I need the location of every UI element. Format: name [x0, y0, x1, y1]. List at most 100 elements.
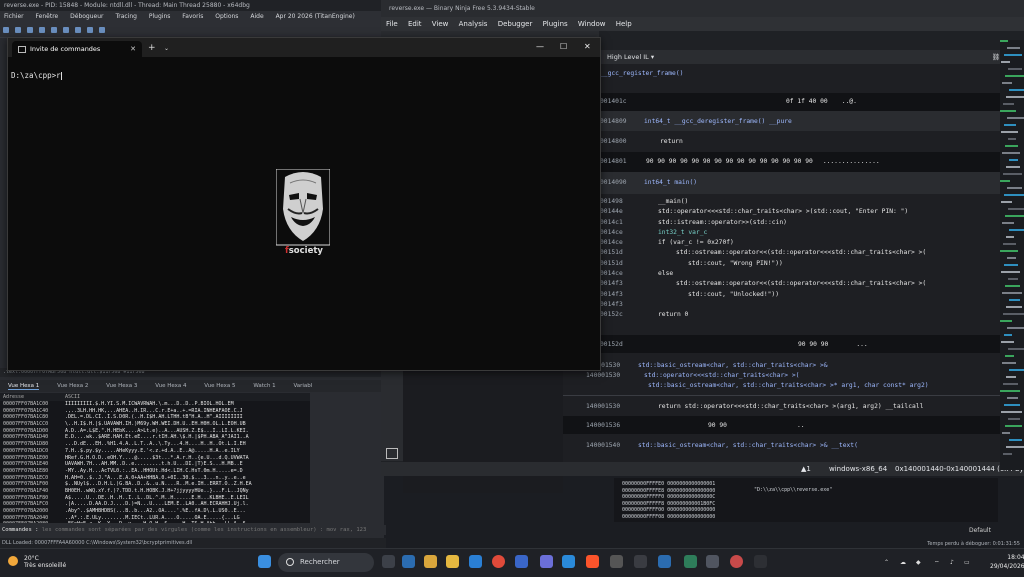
menu-file[interactable]: File: [386, 20, 398, 28]
cmd-tab[interactable]: Invite de commandes ✕: [12, 41, 142, 57]
default-dropdown[interactable]: Default: [969, 527, 991, 534]
tab-vue-hexa-1[interactable]: Vue Hexa 1: [8, 383, 40, 390]
tab-watch-1[interactable]: Watch 1: [253, 383, 275, 389]
app-icon-2[interactable]: [634, 555, 647, 568]
dump-row[interactable]: 00007FF07BA1FC0 .|A.....D.AA.D.J....D.)=N…: [0, 501, 310, 508]
brave-icon[interactable]: [586, 555, 599, 568]
volume-icon[interactable]: ♪: [950, 559, 954, 566]
tab-vue-hexa-5[interactable]: Vue Hexa 5: [204, 383, 235, 389]
terminal-icon[interactable]: [386, 448, 398, 459]
store-icon[interactable]: [515, 555, 528, 568]
edge-icon[interactable]: [469, 555, 482, 568]
close-tab-icon[interactable]: ✕: [130, 41, 136, 57]
dump-row[interactable]: 00007FF07BA1E80 -MY..Ay.H...AcTVL0.:..EA.…: [0, 468, 310, 475]
dump-row[interactable]: 00007FF07BA2080.ESoHeE.<..K..Y...D..y.,.…: [0, 521, 310, 523]
menu-analysis[interactable]: Analysis: [459, 20, 488, 28]
task-view-icon[interactable]: [382, 555, 395, 568]
pause-icon[interactable]: [51, 27, 57, 33]
network-icon[interactable]: ⌔: [934, 559, 940, 567]
dump-row[interactable]: 00007FF07BA2040 ..A*.:.E.ULy........M.IEC…: [0, 515, 310, 522]
menu-favoris[interactable]: Favoris: [182, 13, 203, 20]
tab-vue-hexa-3[interactable]: Vue Hexa 3: [106, 383, 137, 389]
open-icon[interactable]: [3, 27, 9, 33]
dump-row[interactable]: 00007FF07BA1F00 $..NUyl$...D.H.L.)G.BA..D…: [0, 481, 310, 488]
tab-vue-hexa-4[interactable]: Vue Hexa 4: [155, 383, 186, 389]
minimize-icon[interactable]: —: [536, 41, 544, 53]
dump-row[interactable]: 00007FF07BA1EC0 H.AH=0..$..J."A...E.A.0+A…: [0, 475, 310, 482]
trace-icon[interactable]: [87, 27, 93, 33]
dump-row[interactable]: 00007FF07BA1DC0 7.H..$.py.$y.....AHeKyyy.…: [0, 448, 310, 455]
widgets-icon[interactable]: [402, 555, 415, 568]
warning-icon[interactable]: ▲1: [801, 462, 811, 476]
copilot-icon[interactable]: [424, 555, 437, 568]
dump-row[interactable]: 00007FF07BA1D40 E.D....wk..$ARE.HAH.Et.eE…: [0, 434, 310, 441]
menu-help[interactable]: Help: [616, 20, 632, 28]
menu-window[interactable]: Window: [578, 20, 606, 28]
menu-options[interactable]: Options: [215, 13, 238, 20]
dump-row[interactable]: 00007FF07BA1E00 HRef.G.H.O.D..eOH.Y....@.…: [0, 455, 310, 462]
menu-fenetre[interactable]: Fenêtre: [36, 13, 59, 20]
dump-row[interactable]: 00007FF07BA1D80 ...D.dE...EH..%H1.4.A..L.…: [0, 441, 310, 448]
link-icon[interactable]: ⛓: [992, 50, 1000, 64]
discord-icon[interactable]: [540, 555, 553, 568]
dump-row[interactable]: 00007FF07BA1D00 A.D..A=.L$E.".H.HEbK....A…: [0, 428, 310, 435]
chevron-up-icon[interactable]: ⌃: [884, 559, 889, 566]
tab-vue-hexa-2[interactable]: Vue Hexa 2: [57, 383, 88, 389]
app-icon-3[interactable]: [754, 555, 767, 568]
step-into-icon[interactable]: [63, 27, 69, 33]
menu-plugins[interactable]: Plugins: [149, 13, 171, 20]
command-bar[interactable]: Commandes : les commandes sont séparées …: [0, 525, 386, 535]
menu-debugger[interactable]: Debugger: [498, 20, 533, 28]
close-icon[interactable]: ✕: [584, 41, 591, 53]
animate-icon[interactable]: [99, 27, 105, 33]
menu-view[interactable]: View: [432, 20, 449, 28]
stack-panel[interactable]: 00000000FFFFE0 0000000000000001 00000000F…: [614, 478, 998, 522]
battery-icon[interactable]: ▭: [964, 559, 970, 566]
clock[interactable]: 18:04 29/04/2026: [990, 553, 1024, 571]
onedrive-icon[interactable]: ☁: [900, 559, 906, 566]
menu-aide[interactable]: Aide: [250, 13, 263, 20]
menu-plugins[interactable]: Plugins: [543, 20, 568, 28]
menu-edit[interactable]: Edit: [408, 20, 422, 28]
dump-ascii: H.AH=0..$..J."A...E.A.0+AA+HHBA.0.+0I..3…: [65, 474, 246, 481]
menu-debogueur[interactable]: Débogueur: [70, 13, 103, 20]
hex-dump[interactable]: 00007FF07BA1C00 IIIIIIIII.$.H.YI.S.M.ICWA…: [0, 401, 310, 523]
dump-row[interactable]: 00007FF07BA1C00 IIIIIIIII.$.H.YI.S.M.ICWA…: [0, 401, 310, 408]
restart-icon[interactable]: [15, 27, 21, 33]
arch-label[interactable]: windows-x86_64: [829, 462, 887, 476]
x64dbg-icon[interactable]: [730, 555, 743, 568]
maximize-icon[interactable]: ☐: [560, 41, 567, 53]
run-icon[interactable]: [39, 27, 45, 33]
file-explorer-icon[interactable]: [446, 555, 459, 568]
chevron-down-icon[interactable]: ⌄: [164, 42, 169, 56]
dump-row[interactable]: 00007FF07BA1C80 .DEL.=.DL.CI..I.S.D0R.(..…: [0, 414, 310, 421]
chrome-icon[interactable]: [492, 555, 505, 568]
visual-studio-icon[interactable]: [658, 555, 671, 568]
dump-row[interactable]: 00007FF07BA1F80 A$.....U...DE..H..H..I..L…: [0, 495, 310, 502]
dump-row[interactable]: 00007FF07BA1E40 UAVAWH.7H...AH.MM..D..e..…: [0, 461, 310, 468]
weather-widget[interactable]: 20°C Très ensoleillé: [8, 555, 66, 569]
menu-fichier[interactable]: Fichier: [4, 13, 24, 20]
cmd-prompt-line[interactable]: D:\za\cpp>r: [11, 71, 62, 80]
taskbar-search[interactable]: Rechercher: [278, 553, 374, 572]
new-tab-icon[interactable]: +: [148, 41, 156, 55]
binary-ninja-icon[interactable]: [684, 555, 697, 568]
il-view-dropdown[interactable]: High Level IL ▾: [607, 53, 654, 61]
tab-variables[interactable]: Variabl: [293, 383, 312, 389]
dump-row[interactable]: 00007FF07BA1C40 .,..3LH.HH.HK,...AHEA..H.…: [0, 408, 310, 415]
dump-row[interactable]: 00007FF07BA2000 .Aby^..$AMHBHDBS(...B..b.…: [0, 508, 310, 515]
minimap[interactable]: [1000, 40, 1024, 470]
terminal-taskbar-icon[interactable]: [706, 555, 719, 568]
dump-row[interactable]: 00007FF07BA1CC0 \..H.I$.H.|$.UAVAWH.IH.)M…: [0, 421, 310, 428]
vscode-icon[interactable]: [562, 555, 575, 568]
step-over-icon[interactable]: [75, 27, 81, 33]
windows-start-icon[interactable]: [258, 555, 271, 568]
app-tray-icon[interactable]: ◆: [916, 559, 921, 566]
app-icon[interactable]: [610, 555, 623, 568]
command-prompt-window[interactable]: Invite de commandes ✕ + ⌄ — ☐ ✕ D:\za\cp…: [7, 37, 601, 371]
minimap-segment: [1007, 257, 1016, 259]
dump-row[interactable]: 00007FF07BA1F40 BH0EH..wWQ.xY.f.)?.TDD.t.…: [0, 488, 310, 495]
menu-tracing[interactable]: Tracing: [115, 13, 137, 20]
close-icon[interactable]: [27, 27, 33, 33]
code-addr: 0014ce: [600, 239, 623, 247]
